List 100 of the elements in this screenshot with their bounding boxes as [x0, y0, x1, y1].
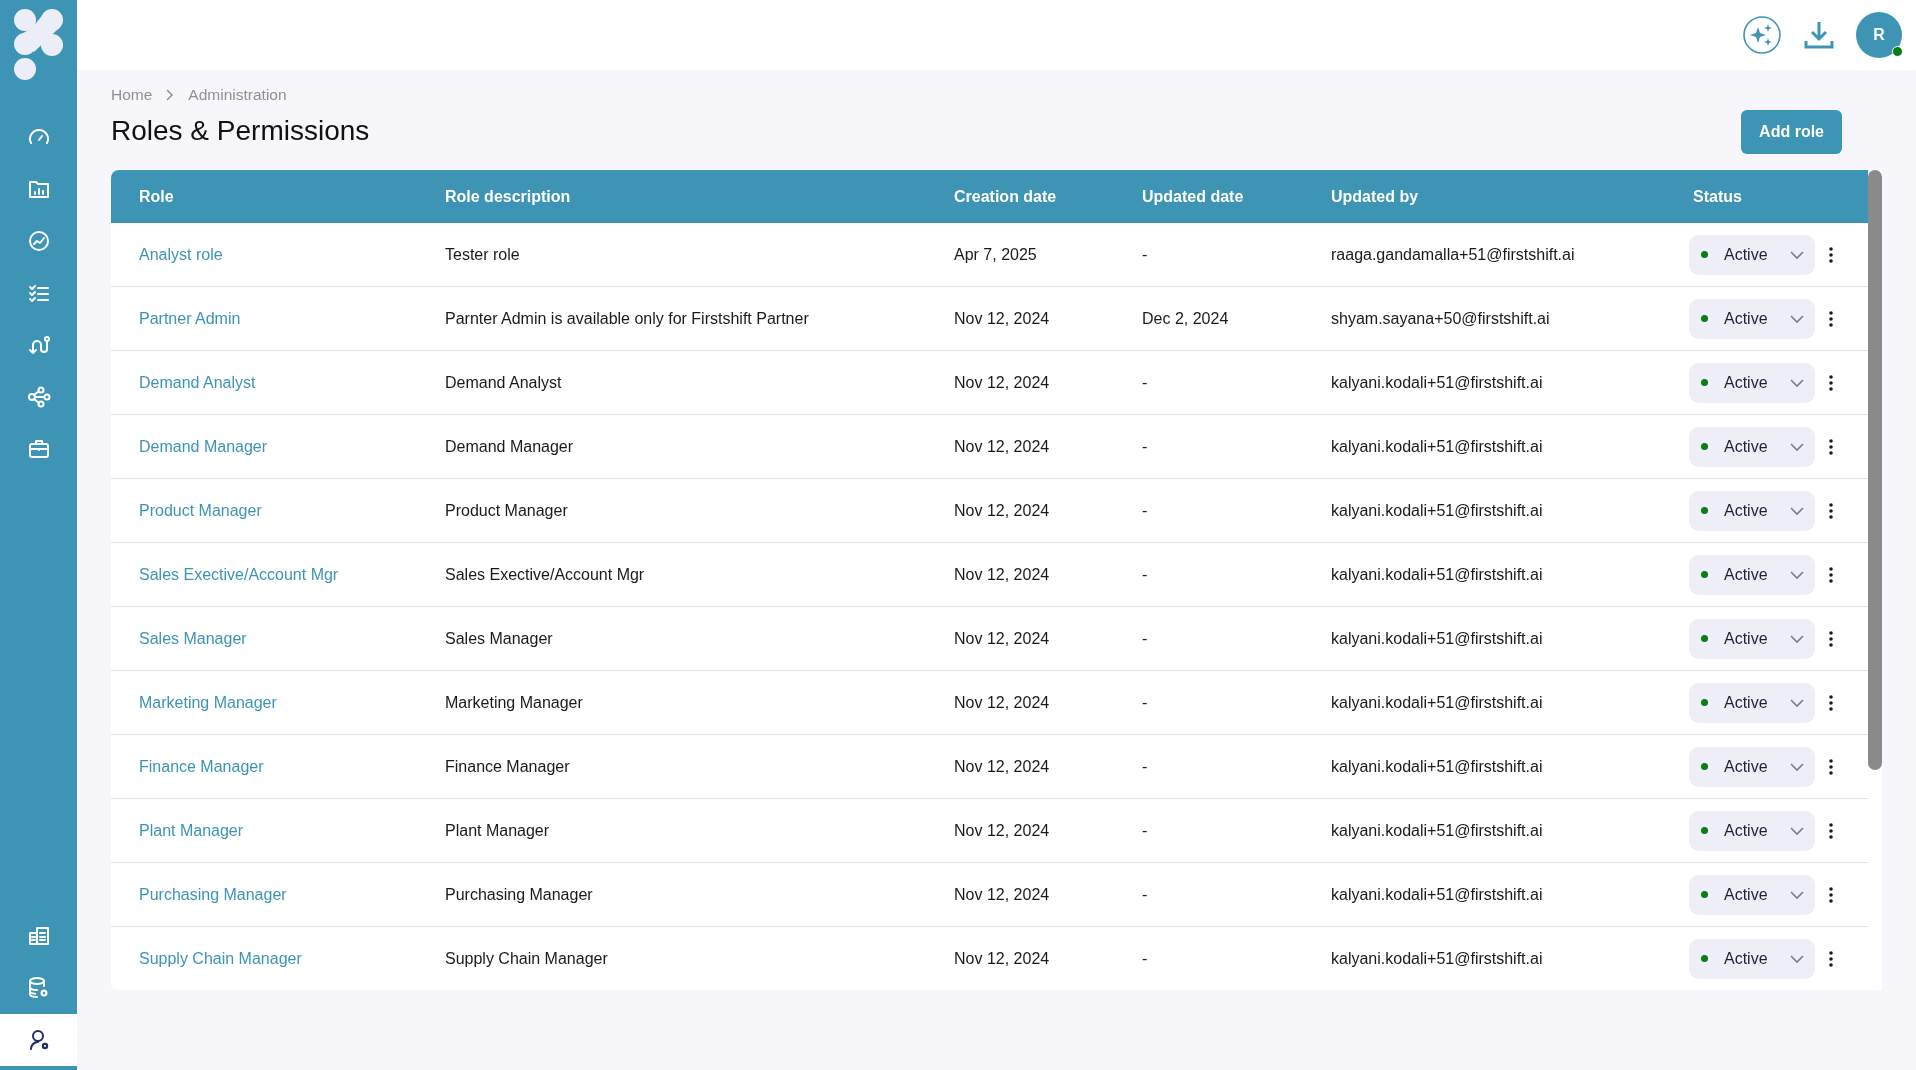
- status-dropdown[interactable]: Active: [1689, 490, 1815, 531]
- creation-date: Nov 12, 2024: [953, 821, 1051, 840]
- role-description: Product Manager: [444, 501, 569, 520]
- nav-item[interactable]: [0, 1014, 77, 1066]
- status-dropdown[interactable]: Active: [1689, 618, 1815, 659]
- role-link[interactable]: Partner Admin: [111, 309, 241, 328]
- breadcrumb-link[interactable]: Home: [111, 86, 153, 104]
- role-link[interactable]: Purchasing Manager: [111, 885, 287, 904]
- column-header: Updated by: [1330, 187, 1420, 206]
- role-link[interactable]: Supply Chain Manager: [111, 949, 302, 968]
- updated-by-email: kalyani.kodali+51@firstshift.ai: [1330, 821, 1544, 840]
- scrollbar[interactable]: [1868, 170, 1882, 990]
- creation-date: Nov 12, 2024: [953, 565, 1051, 584]
- status-dot: [1701, 891, 1708, 898]
- creation-date: Nov 12, 2024: [953, 437, 1051, 456]
- creation-date: Nov 12, 2024: [953, 693, 1051, 712]
- role-description: Plant Manager: [444, 821, 551, 840]
- chevron-down-icon: [1789, 505, 1805, 516]
- status-dot: [1701, 507, 1708, 514]
- role-link[interactable]: Sales Exective/Account Mgr: [111, 565, 339, 584]
- status-dot: [1701, 379, 1708, 386]
- role-description: Tester role: [444, 245, 521, 264]
- status-dot: [1701, 763, 1708, 770]
- creation-date: Nov 12, 2024: [953, 885, 1051, 904]
- role-link[interactable]: Demand Analyst: [111, 373, 256, 392]
- role-link[interactable]: Demand Manager: [111, 437, 268, 456]
- role-link[interactable]: Plant Manager: [111, 821, 244, 840]
- chevron-down-icon: [1789, 249, 1805, 260]
- chevron-down-icon: [1789, 825, 1805, 836]
- creation-date: Nov 12, 2024: [953, 757, 1051, 776]
- role-description: Finance Manager: [444, 757, 571, 776]
- breadcrumb-link[interactable]: Administration: [188, 86, 287, 104]
- chevron-right-icon: [166, 89, 175, 101]
- updated-by-email: kalyani.kodali+51@firstshift.ai: [1330, 437, 1544, 456]
- column-header: Status: [1692, 187, 1743, 206]
- role-description: Purchasing Manager: [444, 885, 594, 904]
- status-dropdown[interactable]: Active: [1689, 298, 1815, 339]
- buildings-icon: [26, 924, 51, 948]
- route-icon: [26, 333, 51, 357]
- creation-date: Apr 7, 2025: [953, 245, 1038, 264]
- status-dot: [1701, 251, 1708, 258]
- updated-date: Dec 2, 2024: [1141, 309, 1230, 328]
- role-link[interactable]: Analyst role: [111, 245, 223, 264]
- briefcase-icon: [26, 437, 51, 461]
- chevron-down-icon: [1789, 953, 1805, 964]
- chevron-down-icon: [1789, 889, 1805, 900]
- role-link[interactable]: Product Manager: [111, 501, 262, 520]
- creation-date: Nov 12, 2024: [953, 373, 1051, 392]
- role-description: Parnter Admin is available only for Firstshift Partner: [444, 309, 810, 328]
- role-description: Sales Exective/Account Mgr: [444, 565, 646, 584]
- updated-by-email: kalyani.kodali+51@firstshift.ai: [1330, 501, 1544, 520]
- role-link[interactable]: Marketing Manager: [111, 693, 277, 712]
- chevron-down-icon: [1789, 633, 1805, 644]
- chevron-down-icon: [1789, 313, 1805, 324]
- updated-date: -: [1141, 693, 1149, 712]
- sparkle-icon[interactable]: [1742, 15, 1782, 55]
- updated-by-email: raaga.gandamalla+51@firstshift.ai: [1330, 245, 1576, 264]
- page-title: Roles & Permissions: [111, 115, 370, 147]
- updated-by-email: kalyani.kodali+51@firstshift.ai: [1330, 373, 1544, 392]
- status-dot: [1701, 443, 1708, 450]
- status-dropdown[interactable]: Active: [1689, 682, 1815, 723]
- status-dropdown[interactable]: Active: [1689, 874, 1815, 915]
- updated-date: -: [1141, 501, 1149, 520]
- creation-date: Nov 12, 2024: [953, 501, 1051, 520]
- role-description: Demand Analyst: [444, 373, 563, 392]
- updated-by-email: kalyani.kodali+51@firstshift.ai: [1330, 949, 1544, 968]
- role-link[interactable]: Finance Manager: [111, 757, 264, 776]
- user-avatar[interactable]: R: [1856, 12, 1902, 58]
- updated-date: -: [1141, 245, 1149, 264]
- updated-date: -: [1141, 757, 1149, 776]
- updated-by-email: kalyani.kodali+51@firstshift.ai: [1330, 565, 1544, 584]
- creation-date: Nov 12, 2024: [953, 949, 1051, 968]
- updated-by-email: kalyani.kodali+51@firstshift.ai: [1330, 885, 1544, 904]
- updated-date: -: [1141, 437, 1149, 456]
- creation-date: Nov 12, 2024: [953, 629, 1051, 648]
- add-role-button[interactable]: Add role: [1741, 110, 1842, 154]
- column-header: Creation date: [953, 187, 1058, 206]
- status-dropdown[interactable]: Active: [1689, 810, 1815, 851]
- column-header: Role: [138, 187, 175, 206]
- status-dropdown[interactable]: Active: [1689, 362, 1815, 403]
- status-dropdown[interactable]: Active: [1689, 554, 1815, 595]
- status-dropdown[interactable]: Active: [1689, 938, 1815, 979]
- chevron-down-icon: [1789, 569, 1805, 580]
- creation-date: Nov 12, 2024: [953, 309, 1051, 328]
- chevron-down-icon: [1789, 377, 1805, 388]
- status-dropdown[interactable]: Active: [1689, 234, 1815, 275]
- role-description: Demand Manager: [444, 437, 575, 456]
- status-dot: [1701, 955, 1708, 962]
- chevron-down-icon: [1789, 441, 1805, 452]
- role-link[interactable]: Sales Manager: [111, 629, 247, 648]
- updated-by-email: shyam.sayana+50@firstshift.ai: [1330, 309, 1551, 328]
- download-icon[interactable]: [1804, 20, 1834, 50]
- updated-date: -: [1141, 629, 1149, 648]
- updated-by-email: kalyani.kodali+51@firstshift.ai: [1330, 629, 1544, 648]
- role-description: Marketing Manager: [444, 693, 584, 712]
- chevron-down-icon: [1789, 697, 1805, 708]
- status-dropdown[interactable]: Active: [1689, 746, 1815, 787]
- status-dropdown[interactable]: Active: [1689, 426, 1815, 467]
- updated-by-email: kalyani.kodali+51@firstshift.ai: [1330, 693, 1544, 712]
- status-dot: [1701, 827, 1708, 834]
